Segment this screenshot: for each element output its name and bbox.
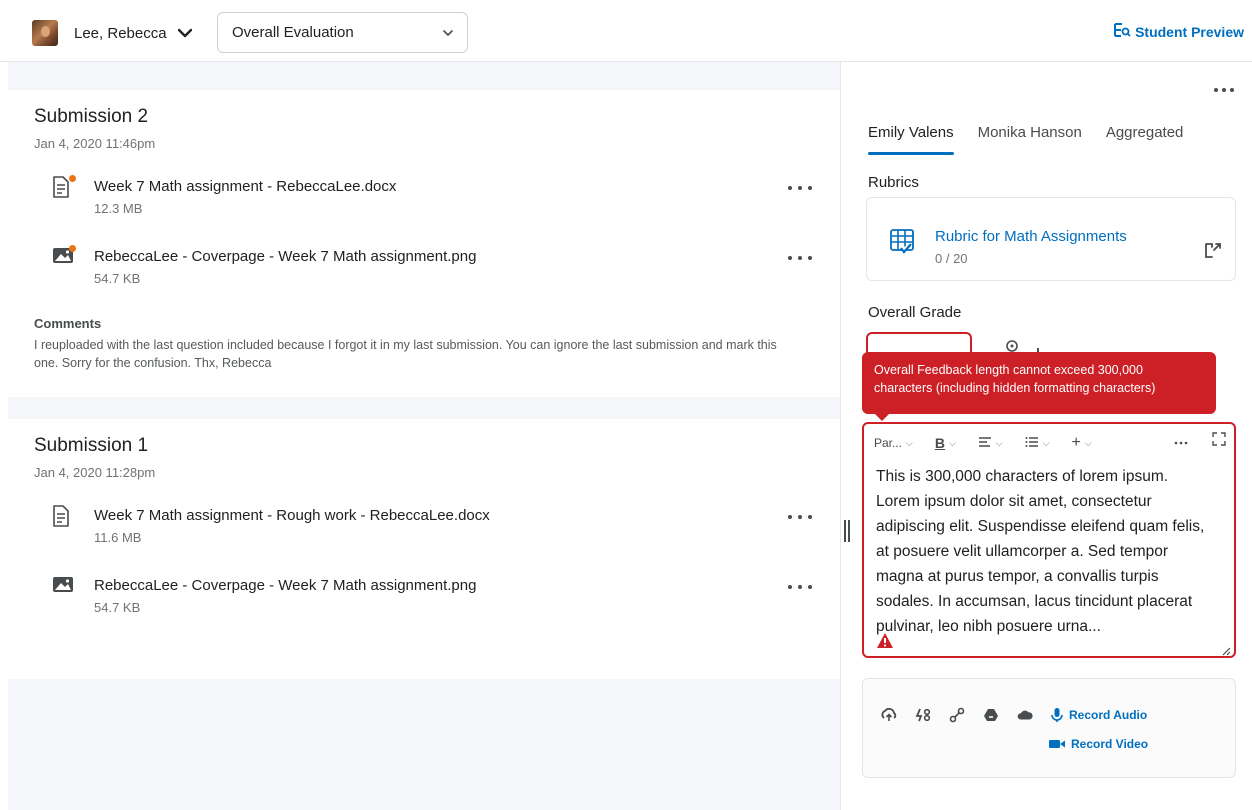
rubric-link[interactable]: Rubric for Math Assignments bbox=[935, 228, 1127, 245]
chevron-down-icon bbox=[443, 24, 453, 42]
file-item: RebeccaLee - Coverpage - Week 7 Math ass… bbox=[52, 573, 812, 621]
submission-title: Submission 2 bbox=[34, 106, 149, 127]
comments-text: I reuploaded with the last question incl… bbox=[34, 338, 777, 370]
overall-grade-heading: Overall Grade bbox=[868, 304, 962, 321]
record-audio-button[interactable]: Record Audio bbox=[1051, 707, 1147, 723]
rubric-card: Rubric for Math Assignments 0 / 20 bbox=[866, 197, 1236, 281]
list-icon bbox=[1025, 436, 1039, 451]
panel-more-options-button[interactable] bbox=[1214, 86, 1234, 94]
evaluation-panel: Emily Valens Monika Hanson Aggregated Ru… bbox=[854, 62, 1252, 810]
submission-card: Submission 1 Jan 4, 2020 11:28pm Week 7 … bbox=[8, 419, 840, 679]
file-size: 12.3 MB bbox=[94, 201, 143, 216]
evaluation-dropdown-value: Overall Evaluation bbox=[232, 24, 354, 41]
paragraph-style-label: Par... bbox=[874, 436, 903, 450]
tab-monika-hanson[interactable]: Monika Hanson bbox=[978, 124, 1082, 155]
insert-dropdown[interactable]: + ⌵ bbox=[1071, 434, 1091, 452]
more-options-button[interactable] bbox=[788, 507, 812, 527]
error-tooltip: Overall Feedback length cannot exceed 30… bbox=[862, 352, 1216, 421]
record-video-button[interactable]: Record Video bbox=[1049, 737, 1148, 751]
editor-toolbar: Par... ⌵ B ⌵ ⌵ ⌵ + ⌵ bbox=[874, 432, 1226, 454]
submissions-column: Submission 2 Jan 4, 2020 11:46pm Week 7 … bbox=[8, 62, 840, 810]
image-icon bbox=[52, 245, 76, 268]
file-link[interactable]: Week 7 Math assignment - RebeccaLee.docx bbox=[94, 178, 396, 195]
file-size: 54.7 KB bbox=[94, 271, 141, 286]
more-options-button[interactable] bbox=[788, 248, 812, 268]
student-name: Lee, Rebecca bbox=[74, 24, 167, 42]
resize-grip-icon[interactable] bbox=[1221, 643, 1231, 656]
more-options-button[interactable] bbox=[788, 577, 812, 597]
document-icon bbox=[52, 505, 74, 527]
rubric-grid-icon bbox=[889, 228, 915, 254]
feedback-attachments: Record Audio Record Video bbox=[862, 678, 1236, 778]
tab-emily-valens[interactable]: Emily Valens bbox=[868, 124, 954, 155]
feedback-text[interactable]: This is 300,000 characters of lorem ipsu… bbox=[876, 464, 1216, 639]
file-size: 11.6 MB bbox=[94, 530, 142, 545]
evaluator-tabs: Emily Valens Monika Hanson Aggregated bbox=[868, 124, 1183, 155]
submission-card: Submission 2 Jan 4, 2020 11:46pm Week 7 … bbox=[8, 90, 840, 397]
warning-icon bbox=[876, 632, 894, 650]
upload-icon[interactable] bbox=[881, 707, 897, 723]
open-popout-icon[interactable] bbox=[1203, 240, 1225, 262]
record-video-label: Record Video bbox=[1071, 737, 1149, 751]
tab-aggregated[interactable]: Aggregated bbox=[1106, 124, 1184, 155]
file-size: 54.7 KB bbox=[94, 600, 141, 615]
chevron-down-icon bbox=[177, 25, 193, 41]
record-audio-label: Record Audio bbox=[1069, 708, 1148, 722]
rubric-score: 0 / 20 bbox=[935, 251, 968, 266]
preview-icon bbox=[1113, 22, 1135, 41]
more-tools-icon[interactable] bbox=[1174, 434, 1188, 448]
student-selector[interactable]: Lee, Rebecca bbox=[32, 18, 193, 48]
insert-label: + bbox=[1071, 434, 1081, 451]
quicklink-icon[interactable] bbox=[915, 707, 931, 723]
submission-date: Jan 4, 2020 11:46pm bbox=[34, 136, 156, 151]
evaluation-dropdown[interactable]: Overall Evaluation bbox=[217, 12, 468, 53]
new-indicator-dot bbox=[69, 245, 76, 252]
student-preview-label: Student Preview bbox=[1135, 23, 1244, 40]
top-bar: Lee, Rebecca Overall Evaluation Student … bbox=[0, 0, 1252, 62]
resize-handle[interactable] bbox=[844, 520, 850, 542]
file-link[interactable]: RebeccaLee - Coverpage - Week 7 Math ass… bbox=[94, 248, 476, 265]
google-drive-icon[interactable] bbox=[983, 707, 999, 723]
feedback-editor[interactable]: Par... ⌵ B ⌵ ⌵ ⌵ + ⌵ This is 300,000 charac… bbox=[862, 422, 1236, 658]
student-avatar bbox=[32, 20, 58, 46]
align-dropdown[interactable]: ⌵ bbox=[978, 436, 1003, 451]
new-indicator-dot bbox=[69, 175, 76, 182]
file-link[interactable]: Week 7 Math assignment - Rough work - Re… bbox=[94, 507, 490, 524]
file-item: Week 7 Math assignment - RebeccaLee.docx… bbox=[52, 174, 812, 222]
submission-date: Jan 4, 2020 11:28pm bbox=[34, 465, 156, 480]
more-options-button[interactable] bbox=[788, 178, 812, 198]
file-item: RebeccaLee - Coverpage - Week 7 Math ass… bbox=[52, 244, 812, 292]
rubrics-heading: Rubrics bbox=[868, 174, 919, 191]
panel-splitter bbox=[840, 62, 854, 810]
link-icon[interactable] bbox=[949, 707, 965, 723]
align-left-icon bbox=[978, 436, 992, 451]
paragraph-style-dropdown[interactable]: Par... ⌵ bbox=[874, 436, 913, 450]
file-link[interactable]: RebeccaLee - Coverpage - Week 7 Math ass… bbox=[94, 577, 476, 594]
onedrive-icon[interactable] bbox=[1017, 707, 1033, 723]
image-icon bbox=[52, 575, 74, 597]
comments-heading: Comments bbox=[34, 316, 102, 331]
fullscreen-icon[interactable] bbox=[1212, 432, 1226, 449]
file-item: Week 7 Math assignment - Rough work - Re… bbox=[52, 503, 812, 551]
document-icon bbox=[52, 175, 76, 198]
bold-dropdown[interactable]: B ⌵ bbox=[935, 435, 956, 451]
list-dropdown[interactable]: ⌵ bbox=[1025, 436, 1049, 451]
student-preview-button[interactable]: Student Preview bbox=[1113, 22, 1244, 41]
submission-title: Submission 1 bbox=[34, 435, 149, 456]
bold-label: B bbox=[934, 435, 945, 451]
